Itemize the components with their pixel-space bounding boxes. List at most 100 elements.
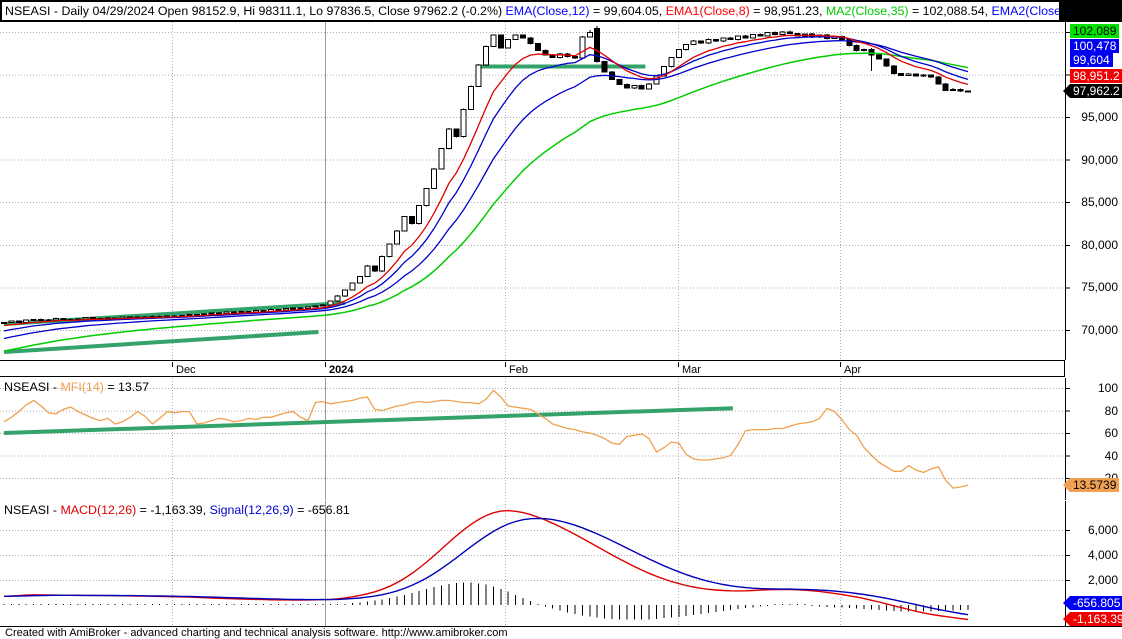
date-axis: Dec2024FebMarApr	[0, 360, 1122, 378]
mfi-title-segment: NSEASI -	[4, 380, 60, 394]
candle-body	[483, 46, 488, 65]
candle-body	[721, 38, 726, 41]
candle-body	[313, 306, 318, 307]
candle-body	[535, 44, 540, 51]
macd-y-axis-label: 6,000	[1070, 523, 1118, 537]
candle-body	[61, 318, 66, 319]
candle-body	[409, 217, 414, 224]
macd-histogram	[4, 583, 968, 620]
candle-body	[884, 59, 889, 66]
price-y-axis-label: 80,000	[1070, 238, 1118, 252]
trendlines	[4, 66, 645, 352]
candle-body	[639, 85, 644, 88]
candle-body	[921, 75, 926, 76]
mfi-title-segment: MFI(14)	[60, 380, 103, 394]
candle-body	[343, 290, 348, 296]
macd-title-segment: = -656.81	[294, 503, 350, 517]
candle-body	[750, 34, 755, 37]
macd-pane-title: NSEASI - MACD(12,26) = -1,163.39, Signal…	[4, 503, 350, 517]
candle-body	[291, 308, 296, 309]
ma-line	[4, 37, 968, 331]
candle-body	[965, 91, 970, 92]
candle-body	[402, 217, 407, 231]
macd-y-axis-label: 2,000	[1070, 573, 1118, 587]
candle-body	[862, 49, 867, 50]
candle-body	[572, 57, 577, 59]
date-label: Dec	[176, 364, 196, 376]
chart-title-segment: EMA(Close,12)	[506, 4, 590, 18]
mfi-y-axis-label: 60	[1070, 426, 1118, 440]
candle-body	[53, 318, 58, 319]
candle-body	[854, 45, 859, 50]
macd-title-segment: = -1,163.39,	[136, 503, 209, 517]
candle-body	[476, 65, 481, 86]
candle-body	[699, 41, 704, 43]
candle-body	[39, 319, 44, 320]
candle-body	[506, 39, 511, 48]
price-tag: 102,089	[1070, 24, 1119, 38]
candle-body	[276, 310, 281, 311]
macd-title-segment: Signal(12,26,9)	[210, 503, 294, 517]
candle-body	[424, 189, 429, 206]
candle-body	[914, 74, 919, 76]
price-y-axis-label: 85,000	[1070, 195, 1118, 209]
status-text: Created with AmiBroker - advanced charti…	[5, 627, 508, 639]
candle-body	[498, 35, 503, 48]
mfi-title-segment: = 13.57	[104, 380, 149, 394]
candle-body	[16, 321, 21, 322]
candle-body	[298, 308, 303, 309]
candle-body	[469, 86, 474, 109]
candle-body	[891, 66, 896, 74]
mfi-y-axis-label: 40	[1070, 449, 1118, 463]
price-tag: 98,951.2	[1070, 69, 1122, 83]
candle-body	[876, 55, 881, 59]
candle-body	[958, 89, 963, 91]
price-tag-arrow	[1063, 84, 1070, 98]
candle-body	[446, 129, 451, 149]
candle-body	[394, 231, 399, 244]
candle-body	[617, 80, 622, 85]
mfi-y-axis-label: 100	[1070, 381, 1118, 395]
candle-body	[647, 84, 652, 89]
candle-body	[587, 33, 592, 37]
macd-indicator-pane[interactable]	[0, 501, 1122, 626]
date-tick	[840, 362, 841, 367]
candle-body	[350, 283, 355, 290]
candle-body	[736, 36, 741, 39]
macd-title-segment: MACD(12,26)	[60, 503, 136, 517]
price-tag: 99,604	[1070, 53, 1113, 67]
price-tag: 100,478	[1070, 39, 1119, 53]
candle-body	[432, 169, 437, 189]
candle-body	[328, 301, 333, 305]
date-label: 2024	[329, 364, 353, 376]
candle-body	[454, 129, 459, 137]
candle-body	[24, 320, 29, 322]
candle-body	[773, 33, 778, 35]
chart-title-segment: = 99,604.05,	[590, 4, 666, 18]
candle-body	[706, 39, 711, 42]
chart-title-segment: = 98,951.23,	[750, 4, 826, 18]
candle-body	[283, 309, 288, 310]
candle-body	[357, 276, 362, 283]
amibroker-chart-window: NSEASI - Daily 04/29/2024 Open 98152.9, …	[0, 0, 1122, 639]
candle-body	[90, 318, 95, 319]
candle-body	[728, 38, 733, 40]
date-tick	[325, 362, 326, 367]
mfi-trendline	[4, 408, 733, 433]
date-axis-ruler: Dec2024FebMarApr	[0, 360, 1065, 377]
price-chart-pane[interactable]	[0, 22, 1122, 361]
mfi-indicator-pane[interactable]	[0, 378, 1122, 500]
candle-body	[209, 313, 214, 314]
candle-body	[31, 319, 36, 320]
candle-body	[602, 62, 607, 72]
chart-title-bar: NSEASI - Daily 04/29/2024 Open 98152.9, …	[2, 2, 1059, 20]
date-label: Apr	[844, 364, 861, 376]
candle-body	[513, 35, 518, 39]
candle-body	[335, 296, 340, 301]
candle-body	[380, 257, 385, 271]
candle-body	[246, 311, 251, 312]
candle-body	[780, 32, 785, 35]
mfi-value-tag: 13.5739	[1070, 478, 1119, 492]
candle-body	[387, 244, 392, 257]
candle-body	[928, 75, 933, 77]
